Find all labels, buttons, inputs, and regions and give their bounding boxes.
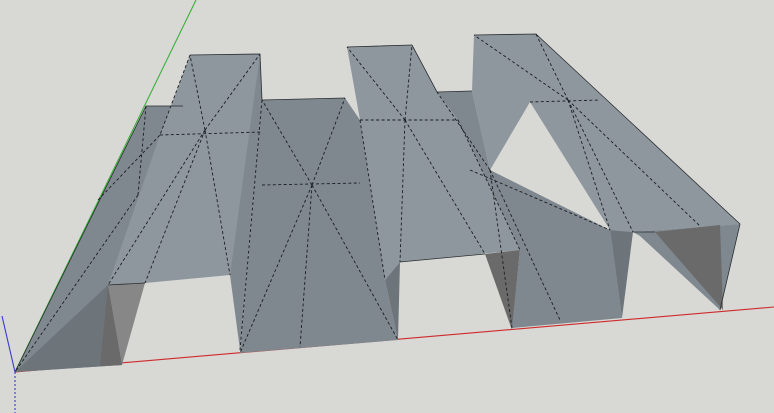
- 3d-viewport[interactable]: [0, 0, 774, 413]
- model-canvas[interactable]: [0, 0, 774, 413]
